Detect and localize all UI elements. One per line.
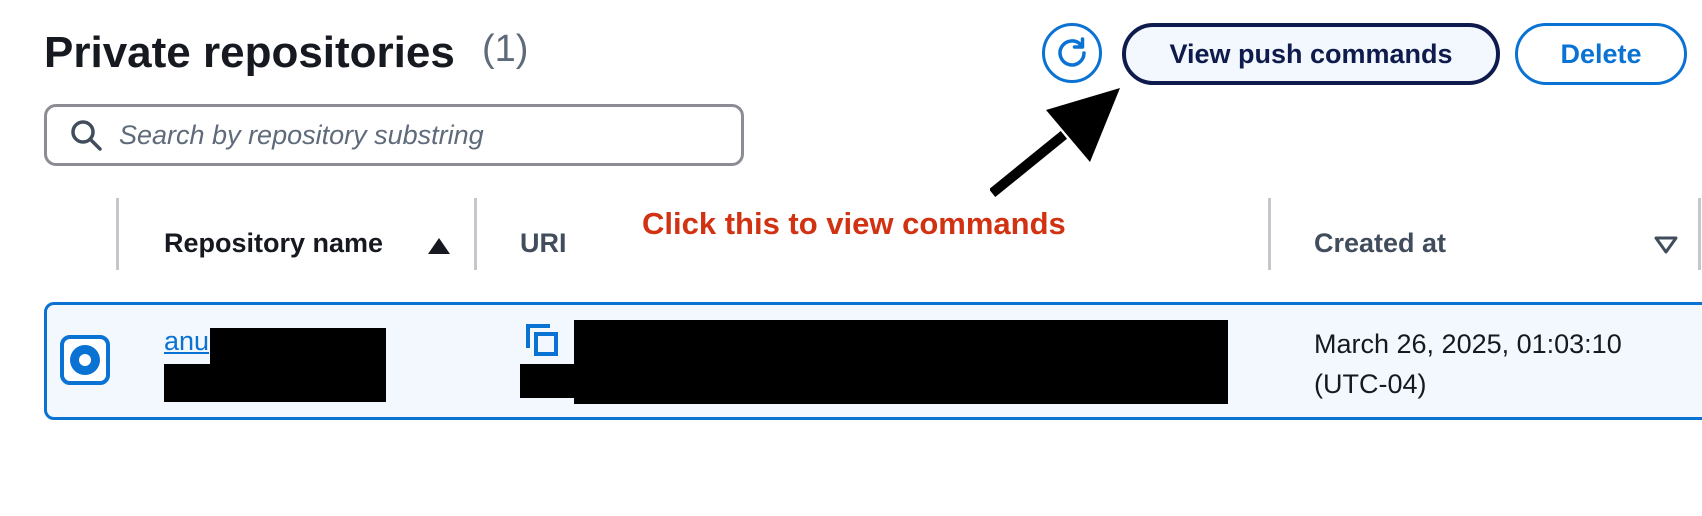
copy-icon[interactable] bbox=[522, 320, 562, 360]
radio-selected-dot bbox=[70, 345, 100, 375]
search-field[interactable] bbox=[44, 104, 744, 166]
column-divider[interactable] bbox=[474, 198, 477, 270]
sort-ascending-icon[interactable] bbox=[428, 238, 450, 254]
redaction-block bbox=[164, 364, 386, 402]
redaction-block bbox=[520, 364, 720, 398]
column-header-repository-name[interactable]: Repository name bbox=[164, 228, 383, 259]
repository-count: (1) bbox=[482, 28, 529, 70]
repository-name-link[interactable]: anu bbox=[164, 326, 209, 357]
refresh-button[interactable] bbox=[1042, 23, 1102, 83]
search-icon bbox=[71, 120, 102, 151]
refresh-icon bbox=[1058, 37, 1086, 67]
created-at-date: March 26, 2025, 01:03:10 bbox=[1314, 329, 1622, 359]
view-push-commands-button[interactable]: View push commands bbox=[1122, 23, 1500, 85]
column-header-created-at[interactable]: Created at bbox=[1314, 228, 1446, 259]
repositories-page: Private repositories (1) View push comma… bbox=[0, 0, 1702, 516]
column-header-uri[interactable]: URI bbox=[520, 228, 567, 259]
created-at-timezone: (UTC-04) bbox=[1314, 369, 1427, 399]
column-divider bbox=[116, 198, 119, 270]
redaction-block bbox=[210, 328, 386, 368]
created-at-cell: March 26, 2025, 01:03:10 (UTC-04) bbox=[1314, 324, 1622, 404]
delete-button[interactable]: Delete bbox=[1515, 23, 1687, 85]
row-select-radio[interactable] bbox=[60, 335, 110, 385]
column-divider[interactable] bbox=[1268, 198, 1271, 270]
annotation-text: Click this to view commands bbox=[642, 206, 1066, 241]
arrow-icon bbox=[990, 88, 1120, 198]
page-title: Private repositories bbox=[44, 28, 455, 77]
search-input[interactable] bbox=[117, 118, 721, 152]
column-divider[interactable] bbox=[1698, 198, 1701, 270]
sort-descending-icon[interactable] bbox=[1654, 236, 1678, 254]
